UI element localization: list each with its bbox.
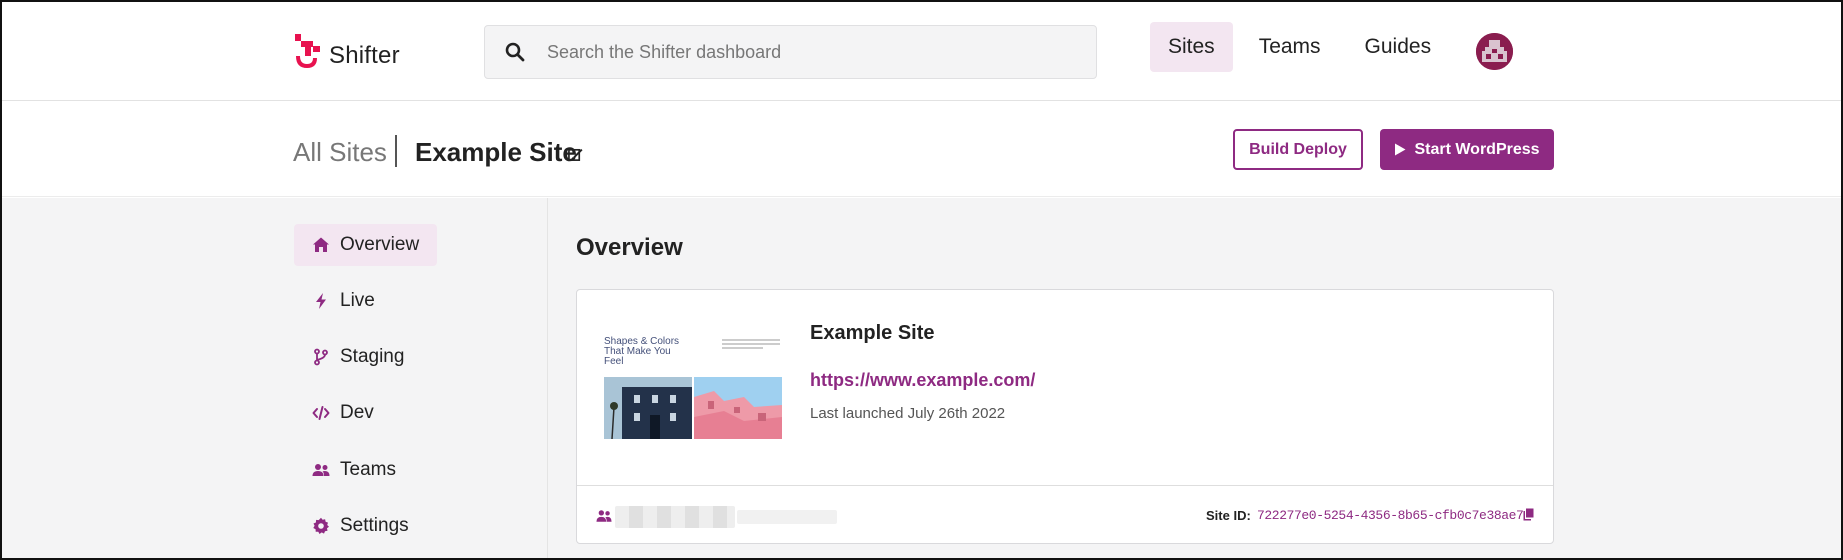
branch-icon	[314, 348, 328, 366]
search-icon	[505, 42, 525, 62]
card-divider	[577, 485, 1553, 486]
top-header: Shifter Sites Teams Guides	[2, 2, 1841, 101]
search-bar[interactable]	[484, 25, 1097, 79]
build-deploy-label: Build Deploy	[1249, 140, 1347, 158]
search-input[interactable]	[547, 41, 1067, 63]
thumbnail-pink-building-image	[694, 377, 782, 439]
site-name: Example Site	[810, 322, 935, 344]
user-avatar[interactable]	[1476, 33, 1513, 70]
thumbnail-blurb-graphic	[722, 339, 780, 349]
sidebar-divider	[547, 198, 548, 558]
sidebar-item-overview[interactable]: Overview	[294, 224, 438, 266]
sidebar-item-settings[interactable]: Settings	[294, 505, 427, 547]
build-deploy-button[interactable]: Build Deploy	[1233, 129, 1363, 170]
sidebar-item-label: Live	[340, 290, 375, 311]
bolt-icon	[316, 293, 326, 309]
nav-guides[interactable]: Guides	[1347, 22, 1450, 72]
sidebar-item-live[interactable]: Live	[294, 280, 393, 322]
shifter-logo[interactable]: Shifter	[293, 32, 400, 72]
site-header: All Sites Example Site Build Deploy Star…	[2, 101, 1841, 197]
thumbnail-heading: Shapes & Colors That Make You Feel	[604, 336, 680, 367]
thumbnail-building-image	[604, 377, 692, 439]
site-thumbnail[interactable]: Shapes & Colors That Make You Feel	[604, 319, 782, 445]
sidebar-item-teams[interactable]: Teams	[294, 449, 414, 491]
nav-teams[interactable]: Teams	[1241, 22, 1339, 72]
gear-icon	[313, 517, 329, 534]
copy-icon[interactable]	[1523, 508, 1534, 521]
breadcrumb-current-site: Example Site	[415, 137, 577, 167]
sidebar-item-label: Staging	[340, 346, 405, 367]
page-title: Overview	[576, 234, 683, 261]
edit-icon[interactable]	[568, 147, 583, 162]
site-id-value: 722277e0-5254-4356-8b65-cfb0c7e38ae7	[1257, 508, 1524, 523]
site-id-label: Site ID:	[1206, 508, 1251, 523]
sidebar-item-label: Dev	[340, 402, 374, 423]
brand-name: Shifter	[329, 42, 400, 69]
play-icon	[1395, 143, 1406, 156]
start-wordpress-label: Start WordPress	[1414, 140, 1540, 158]
breadcrumb-separator	[395, 135, 397, 167]
sidebar-item-staging[interactable]: Staging	[294, 336, 422, 378]
shifter-logo-icon	[295, 34, 320, 68]
app-window: Shifter Sites Teams Guides	[0, 0, 1843, 560]
team-icon	[596, 510, 612, 522]
home-icon	[313, 237, 329, 252]
last-launched-text: Last launched July 26th 2022	[810, 405, 1006, 422]
sidebar-item-dev[interactable]: Dev	[294, 392, 392, 434]
breadcrumb-all-sites[interactable]: All Sites	[293, 137, 387, 168]
users-icon	[312, 464, 330, 476]
site-overview-card: Shapes & Colors That Make You Feel Examp…	[576, 289, 1554, 544]
team-name-redacted	[615, 506, 735, 528]
sidebar-item-label: Overview	[340, 234, 420, 255]
start-wordpress-button[interactable]: Start WordPress	[1380, 129, 1554, 170]
main-nav: Sites Teams Guides	[1150, 22, 1457, 72]
sidebar-item-label: Settings	[340, 515, 409, 536]
code-icon	[312, 406, 330, 420]
avatar-pattern-icon	[1476, 33, 1513, 70]
sidebar-item-label: Teams	[340, 459, 396, 480]
nav-sites[interactable]: Sites	[1150, 22, 1233, 72]
site-url-link[interactable]: https://www.example.com/	[810, 370, 1035, 391]
team-detail-redacted	[737, 510, 837, 524]
